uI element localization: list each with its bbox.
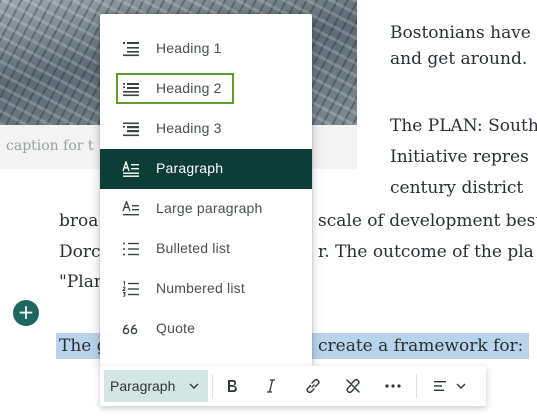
article-line: Dorc bbox=[59, 242, 101, 262]
toolbar-divider bbox=[416, 374, 417, 398]
link-button[interactable] bbox=[300, 374, 326, 398]
article-line: "Plan bbox=[59, 272, 105, 292]
menu-item-quote[interactable]: Quote bbox=[100, 309, 312, 349]
block-type-menu: Heading 1 Heading 2 Heading 3 Paragraph … bbox=[100, 14, 312, 366]
formatting-toolbar: Paragraph bbox=[100, 366, 486, 406]
article-line: The PLAN: South bbox=[390, 116, 537, 136]
numbered-list-icon bbox=[122, 281, 139, 297]
menu-item-large-paragraph[interactable]: Large paragraph bbox=[100, 189, 312, 229]
quote-icon bbox=[122, 324, 138, 335]
menu-item-heading-3[interactable]: Heading 3 bbox=[100, 109, 312, 149]
menu-item-label: Numbered list bbox=[156, 280, 245, 296]
article-line: broa bbox=[59, 211, 99, 231]
unlink-button[interactable] bbox=[340, 374, 366, 398]
menu-item-label: Quote bbox=[156, 320, 196, 336]
image-caption[interactable]: caption for t bbox=[6, 138, 94, 154]
article-line: Bostonians have bbox=[390, 23, 531, 43]
menu-item-label: Bulleted list bbox=[156, 240, 231, 256]
italic-button[interactable] bbox=[258, 374, 284, 398]
selected-text[interactable]: create a framework for: bbox=[318, 335, 523, 357]
block-type-value: Paragraph bbox=[110, 378, 176, 394]
bold-icon bbox=[228, 380, 237, 392]
chevron-down-icon bbox=[456, 383, 466, 389]
article-line: scale of development best bbox=[318, 211, 537, 231]
bulleted-list-icon bbox=[123, 242, 139, 256]
menu-item-label: Heading 3 bbox=[156, 120, 222, 136]
link-icon bbox=[306, 378, 320, 394]
menu-item-label: Heading 1 bbox=[156, 40, 222, 56]
block-type-select[interactable]: Paragraph bbox=[104, 370, 208, 402]
article-line: r. The outcome of the pla bbox=[318, 242, 534, 262]
more-icon bbox=[385, 384, 401, 388]
article-line: Initiative repres bbox=[390, 147, 529, 167]
add-block-button[interactable]: + bbox=[13, 300, 39, 326]
toolbar-divider bbox=[212, 374, 213, 398]
menu-item-label: Large paragraph bbox=[156, 200, 263, 216]
chevron-down-icon bbox=[189, 383, 199, 389]
heading-3-icon bbox=[123, 122, 139, 137]
menu-item-label: Heading 2 bbox=[156, 80, 222, 96]
align-icon bbox=[434, 381, 446, 391]
heading-2-icon bbox=[123, 83, 139, 97]
paragraph-icon bbox=[122, 161, 139, 177]
menu-item-label: Paragraph bbox=[156, 160, 224, 176]
menu-item-heading-1[interactable]: Heading 1 bbox=[100, 29, 312, 69]
heading-1-icon bbox=[123, 42, 139, 57]
alignment-button[interactable] bbox=[428, 374, 472, 398]
article-line: century district bbox=[390, 178, 524, 198]
bold-button[interactable] bbox=[219, 374, 245, 398]
unlink-icon bbox=[346, 378, 360, 394]
menu-item-heading-2[interactable]: Heading 2 bbox=[100, 69, 312, 109]
italic-icon bbox=[267, 379, 275, 393]
article-line: and get around. bbox=[390, 49, 528, 69]
menu-item-bulleted-list[interactable]: Bulleted list bbox=[100, 229, 312, 269]
more-options-button[interactable] bbox=[380, 374, 406, 398]
large-paragraph-icon bbox=[122, 201, 139, 216]
menu-item-numbered-list[interactable]: Numbered list bbox=[100, 269, 312, 309]
menu-item-paragraph[interactable]: Paragraph bbox=[100, 149, 312, 189]
